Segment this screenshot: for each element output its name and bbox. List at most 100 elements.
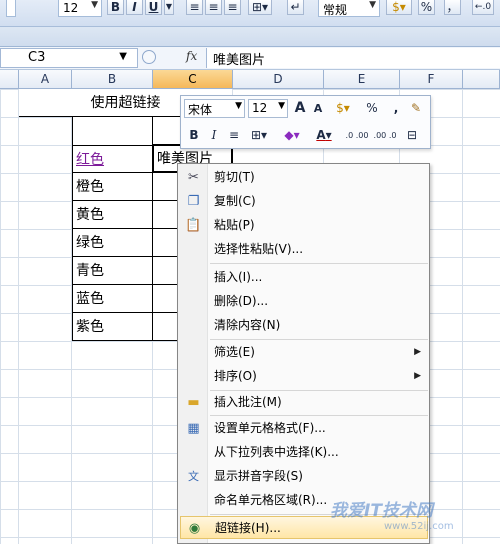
name-box-value: C3	[28, 50, 46, 65]
watermark-text: 我爱IT技术网	[330, 501, 433, 521]
align-center-icon[interactable]: ≡	[205, 0, 222, 15]
expand-circle-icon[interactable]	[142, 50, 156, 64]
grow-font-button[interactable]: A	[291, 99, 309, 118]
menu-item-sort[interactable]: 排序(O) ▶	[180, 365, 428, 388]
shrink-font-button[interactable]: A	[309, 99, 327, 118]
watermark-url: www.52ij.com	[384, 521, 454, 532]
menu-item-pick-from-list[interactable]: 从下拉列表中选择(K)...	[180, 441, 428, 464]
currency-format-icon[interactable]: $▾	[386, 0, 412, 15]
menu-item-format-cells[interactable]: ▦ 设置单元格格式(F)...	[180, 417, 428, 440]
phonetic-icon: 文	[188, 470, 199, 483]
align-right-icon[interactable]: ≡	[224, 0, 241, 15]
menu-item-label: 剪切(T)	[214, 170, 255, 184]
context-menu: ✂ 剪切(T) ❐ 复制(C) 📋 粘贴(P) 选择性粘贴(V)... 插入(I…	[177, 163, 430, 544]
menu-separator	[210, 263, 428, 264]
menu-item-label: 选择性粘贴(V)...	[214, 242, 304, 256]
cell-b9[interactable]: 紫色	[72, 313, 153, 341]
menu-item-copy[interactable]: ❐ 复制(C)	[180, 190, 428, 213]
mini-font-name-combo[interactable]: 宋体 ▼	[184, 99, 245, 118]
menu-item-label: 超链接(H)...	[215, 521, 281, 535]
menu-item-label: 设置单元格格式(F)...	[214, 421, 326, 435]
number-format-value: 常规	[323, 3, 348, 17]
cell-b3-link[interactable]: 红色	[72, 145, 153, 173]
number-format-combo[interactable]: 常规 ▼	[318, 0, 380, 17]
cell-b2[interactable]	[72, 117, 153, 145]
menu-item-filter[interactable]: 筛选(E) ▶	[180, 341, 428, 364]
menu-item-label: 插入批注(M)	[214, 395, 282, 409]
menu-item-clear-contents[interactable]: 清除内容(N)	[180, 314, 428, 337]
percent-style-button[interactable]: %	[418, 0, 435, 15]
column-header-c[interactable]: C	[153, 70, 233, 89]
chevron-down-icon: ▼	[235, 101, 242, 111]
menu-item-paste-special[interactable]: 选择性粘贴(V)...	[180, 238, 428, 261]
menu-item-label: 筛选(E)	[214, 345, 255, 359]
comma-style-button[interactable]: ，	[444, 0, 461, 15]
submenu-arrow-icon: ▶	[414, 371, 421, 381]
ribbon-underline-button[interactable]: U	[145, 0, 162, 15]
increase-decimal-icon[interactable]: ←.0	[472, 0, 494, 15]
decrease-decimal-button[interactable]: .00 .0	[373, 126, 397, 145]
menu-item-show-phonetic[interactable]: 文 显示拼音字段(S)	[180, 465, 428, 488]
paste-icon: 📋	[185, 218, 202, 233]
font-color-glyph: A	[316, 128, 326, 142]
increase-decimal-button[interactable]: .0 .00	[345, 126, 369, 145]
cell-b4[interactable]: 橙色	[72, 173, 153, 201]
cell-b5[interactable]: 黄色	[72, 201, 153, 229]
formula-bar: C3 ▼ fx 唯美图片	[0, 47, 500, 70]
mini-comma-button[interactable]: ,	[387, 99, 405, 118]
fill-color-icon[interactable]: ◆▾	[279, 126, 305, 145]
mini-font-color-button[interactable]: A▾	[311, 126, 337, 145]
font-name-combo-edge[interactable]	[6, 0, 16, 17]
column-header-g[interactable]	[463, 70, 500, 89]
formula-input[interactable]: 唯美图片	[206, 48, 500, 68]
align-left-icon[interactable]: ≡	[186, 0, 203, 15]
ribbon-italic-button[interactable]: I	[126, 0, 143, 15]
ribbon-bold-button[interactable]: B	[107, 0, 124, 15]
chevron-down-icon: ▼	[369, 0, 376, 10]
mini-font-size-combo[interactable]: 12 ▼	[248, 99, 288, 118]
menu-item-label: 显示拼音字段(S)	[214, 469, 303, 483]
wrap-text-icon[interactable]: ↵	[287, 0, 304, 15]
insert-function-button[interactable]: fx	[186, 49, 197, 63]
menu-item-paste[interactable]: 📋 粘贴(P)	[180, 214, 428, 237]
cell-b6[interactable]: 绿色	[72, 229, 153, 257]
ribbon-font-size-combo[interactable]: 12 ▼	[58, 0, 102, 17]
menu-item-label: 删除(D)...	[214, 294, 269, 308]
chevron-down-icon: ▼	[278, 101, 285, 111]
center-align-icon[interactable]: ≡	[225, 126, 243, 145]
mini-bold-button[interactable]: B	[185, 126, 203, 145]
menu-item-delete[interactable]: 删除(D)...	[180, 290, 428, 313]
chevron-down-icon: ▼	[119, 51, 127, 62]
formula-bar-controls: fx	[142, 48, 204, 68]
copy-icon: ❐	[187, 194, 200, 209]
cell-b8[interactable]: 蓝色	[72, 285, 153, 313]
column-header-f[interactable]: F	[400, 70, 463, 89]
column-header-d[interactable]: D	[233, 70, 324, 89]
underline-dropdown-icon[interactable]: ▼	[164, 0, 174, 15]
mini-percent-button[interactable]: %	[363, 99, 381, 118]
mini-italic-button[interactable]: I	[205, 126, 223, 145]
borders-icon[interactable]: ⊞▾	[247, 126, 271, 145]
menu-item-insert-comment[interactable]: ▬ 插入批注(M)	[180, 391, 428, 414]
format-painter-icon[interactable]: ✎	[407, 99, 425, 118]
merge-cells-icon[interactable]: ⊟	[403, 126, 421, 145]
ribbon-group-labels	[0, 27, 500, 47]
column-header-b[interactable]: B	[72, 70, 153, 89]
menu-item-insert[interactable]: 插入(I)...	[180, 266, 428, 289]
column-header-e[interactable]: E	[324, 70, 400, 89]
menu-item-cut[interactable]: ✂ 剪切(T)	[180, 166, 428, 189]
select-all-corner[interactable]	[0, 70, 19, 89]
chevron-down-icon: ▼	[91, 0, 98, 10]
mini-font-name-value: 宋体	[188, 103, 213, 117]
cell-b7[interactable]: 青色	[72, 257, 153, 285]
folder-icon: ▬	[187, 395, 200, 410]
menu-item-label: 从下拉列表中选择(K)...	[214, 445, 339, 459]
merge-center-icon[interactable]: ⊞▾	[248, 0, 272, 15]
name-box[interactable]: C3 ▼	[0, 48, 138, 68]
mini-font-size-value: 12	[252, 101, 268, 115]
currency-format-icon[interactable]: $▾	[331, 99, 355, 118]
mini-toolbar: 宋体 ▼ 12 ▼ A A $▾ % , ✎ B I ≡ ⊞▾ ◆▾ A▾ .0…	[180, 95, 431, 149]
format-cells-icon: ▦	[187, 421, 200, 436]
column-header-a[interactable]: A	[19, 70, 72, 89]
menu-item-label: 粘贴(P)	[214, 218, 255, 232]
